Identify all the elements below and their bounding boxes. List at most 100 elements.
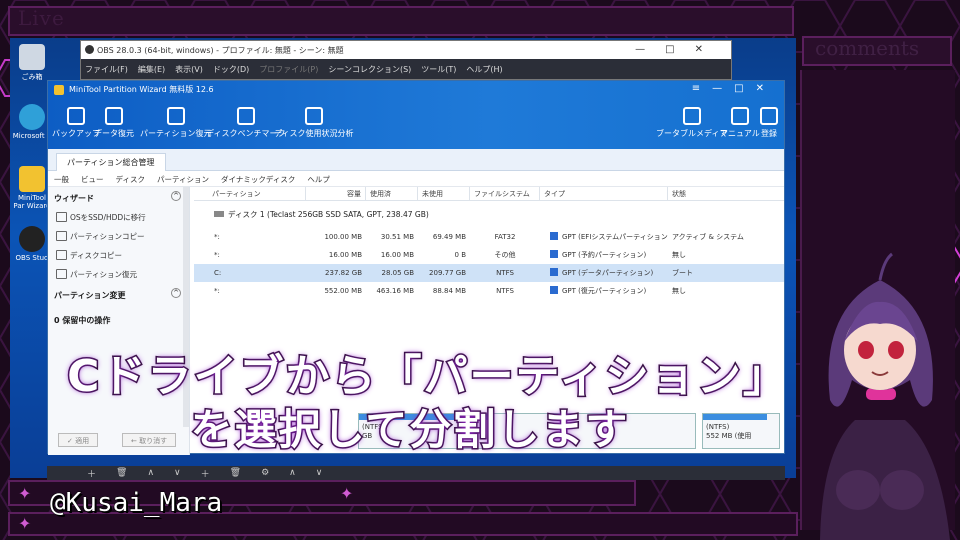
cell-capacity: 237.82 GB	[306, 269, 366, 277]
disk-label: ディスク 1 (Teclast 256GB SSD SATA, GPT, 238…	[228, 210, 429, 219]
table-row[interactable]: *: 552.00 MB 463.16 MB 88.84 MB NTFS GPT (復元パ…	[194, 282, 784, 300]
up-icon[interactable]: ∧	[147, 468, 154, 478]
cell-free-text: 69.49 MB	[432, 233, 466, 241]
sidebar-section-wizard[interactable]: ウィザード ^	[48, 187, 189, 208]
desktop-icon-recycle-bin[interactable]: ごみ箱	[12, 44, 52, 82]
cell-filesystem-text: FAT32	[494, 233, 516, 241]
obs-menu-help[interactable]: ヘルプ(H)	[466, 64, 502, 74]
obs-menu-scene-collection[interactable]: シーンコレクション(S)	[328, 64, 411, 74]
cell-free: 69.49 MB	[418, 233, 470, 241]
obs-menu-edit[interactable]: 編集(E)	[138, 64, 165, 74]
column-capacity[interactable]: 容量	[306, 187, 366, 200]
caption-line-2: を選択して分割します	[189, 404, 630, 456]
cell-used: 16.00 MB	[366, 251, 418, 259]
toolbar-partition-recovery-button[interactable]: パーティション復元	[140, 107, 212, 139]
vtuber-avatar	[820, 252, 950, 540]
add-icon[interactable]: ＋	[201, 467, 210, 480]
toolbar-disk-usage-button[interactable]: ディスク使用状況分析	[274, 107, 353, 139]
toolbar-register-button[interactable]: 登録	[760, 107, 778, 139]
collapse-icon[interactable]: ^	[171, 288, 181, 298]
menu-disk[interactable]: ディスク	[116, 174, 145, 184]
trash-icon[interactable]: 🗑	[230, 468, 241, 478]
menu-view[interactable]: ビュー	[81, 174, 104, 184]
sidebar-section-change-partition[interactable]: パーティション変更 ^	[48, 284, 189, 305]
caption-line-1: Cドライブから「パーティション」	[66, 350, 789, 404]
manual-icon	[730, 107, 749, 125]
cell-used-text: 463.16 MB	[376, 287, 414, 295]
column-status[interactable]: 状態	[668, 187, 784, 200]
cell-used-text: 28.05 GB	[381, 269, 415, 277]
cell-status: 無し	[668, 286, 784, 296]
menu-dynamic-disk[interactable]: ダイナミックディスク	[221, 174, 295, 184]
obs-menu-tools[interactable]: ツール(T)	[421, 64, 456, 74]
menu-help[interactable]: ヘルプ	[307, 174, 330, 184]
obs-menu-file[interactable]: ファイル(F)	[85, 64, 128, 74]
disk-benchmark-icon	[236, 107, 255, 125]
obs-menu-profile[interactable]: プロファイル(P)	[259, 64, 318, 74]
toolbar-label: 登録	[761, 129, 777, 138]
column-type[interactable]: タイプ	[540, 187, 668, 200]
cell-filesystem-text: NTFS	[496, 269, 514, 277]
sidebar-item-partition-recovery[interactable]: パーティション復元	[48, 265, 189, 284]
partition-recovery-icon	[166, 107, 185, 125]
desktop-icon-minitool[interactable]: MiniTool Par Wizard	[12, 166, 52, 210]
desktop-icon-edge[interactable]: Microsoft E	[12, 104, 52, 140]
partition-table: パーティション 容量 使用済 未使用 ファイルシステム タイプ 状態 ディスク …	[194, 187, 784, 300]
table-row[interactable]: C: 237.82 GB 28.05 GB 209.77 GB NTFS GPT (データ…	[194, 264, 784, 282]
column-free[interactable]: 未使用	[418, 187, 470, 200]
cell-free-text: 0 B	[454, 251, 466, 259]
recycle-bin-icon	[19, 44, 45, 70]
menu-partition[interactable]: パーティション	[157, 174, 209, 184]
minitool-header: MiniTool Partition Wizard 無料版 12.6 ≡—□✕ …	[48, 81, 784, 149]
toolbar-bootable-media-button[interactable]: ブータブルメディア	[656, 107, 727, 139]
toolbar-manual-button[interactable]: マニュアル	[720, 107, 760, 139]
toolbar-data-recovery-button[interactable]: データ復元	[94, 107, 134, 139]
minitool-window-controls[interactable]: ≡—□✕	[692, 83, 776, 94]
menu-general[interactable]: 一般	[54, 174, 69, 184]
cell-filesystem-text: NTFS	[496, 287, 514, 295]
toolbar-label: データ復元	[94, 129, 134, 138]
cell-used: 30.51 MB	[366, 233, 418, 241]
cell-filesystem-text: その他	[494, 251, 516, 259]
toolbar-label: ディスク使用状況分析	[274, 129, 354, 138]
obs-window-controls[interactable]: —□✕	[635, 44, 723, 55]
toolbar-backup-button[interactable]: バックアップ	[52, 107, 100, 139]
cell-partition-text: *:	[214, 287, 220, 295]
toolbar-label: ブータブルメディア	[656, 129, 728, 138]
obs-menu-dock[interactable]: ドック(D)	[213, 64, 249, 74]
tab-partition-management[interactable]: パーティション総合管理	[56, 153, 166, 171]
table-row[interactable]: *: 100.00 MB 30.51 MB 69.49 MB FAT32 GPT (EFI…	[194, 228, 784, 246]
cell-capacity: 552.00 MB	[306, 287, 366, 295]
cell-partition: C:	[194, 269, 306, 277]
add-icon[interactable]: ＋	[87, 467, 96, 480]
sidebar-item-copy-disk[interactable]: ディスクコピー	[48, 246, 189, 265]
minitool-title-bar: MiniTool Partition Wizard 無料版 12.6	[54, 84, 214, 95]
column-partition[interactable]: パーティション	[194, 187, 306, 200]
gear-icon[interactable]: ⚙	[261, 468, 269, 478]
section-title: パーティション変更	[54, 291, 126, 300]
obs-title-bar: OBS 28.0.3 (64-bit, windows) - プロファイル: 無…	[81, 41, 731, 59]
sidebar-item-copy-partition[interactable]: パーティションコピー	[48, 227, 189, 246]
toolbar-label: パーティション復元	[140, 129, 212, 138]
cell-partition: *:	[194, 287, 306, 295]
column-used[interactable]: 使用済	[366, 187, 418, 200]
table-row[interactable]: *: 16.00 MB 16.00 MB 0 B その他 GPT (予約パーティション) 無…	[194, 246, 784, 264]
sidebar-item-migrate-os[interactable]: OSをSSD/HDDに移行	[48, 208, 189, 227]
cell-status-text: ブート	[672, 269, 693, 277]
cell-type-text: GPT (データパーティション)	[562, 269, 654, 277]
gpt-icon	[550, 268, 558, 276]
cell-capacity-text: 16.00 MB	[328, 251, 362, 259]
bird-icon: ✦	[340, 484, 354, 503]
disk-row[interactable]: ディスク 1 (Teclast 256GB SSD SATA, GPT, 238…	[194, 201, 784, 228]
desktop-icon-label: Microsoft E	[12, 132, 52, 140]
obs-menu-bar: ファイル(F) 編集(E) 表示(V) ドック(D) プロファイル(P) シーン…	[81, 59, 731, 79]
down-icon[interactable]: ∨	[174, 468, 181, 478]
collapse-icon[interactable]: ^	[171, 191, 181, 201]
desktop-icon-obs[interactable]: OBS Stud	[12, 226, 52, 262]
up-icon[interactable]: ∧	[289, 468, 296, 478]
column-filesystem[interactable]: ファイルシステム	[470, 187, 540, 200]
trash-icon[interactable]: 🗑	[116, 468, 127, 478]
obs-menu-view[interactable]: 表示(V)	[175, 64, 203, 74]
down-icon[interactable]: ∨	[316, 468, 323, 478]
obs-logo-icon	[85, 45, 94, 54]
